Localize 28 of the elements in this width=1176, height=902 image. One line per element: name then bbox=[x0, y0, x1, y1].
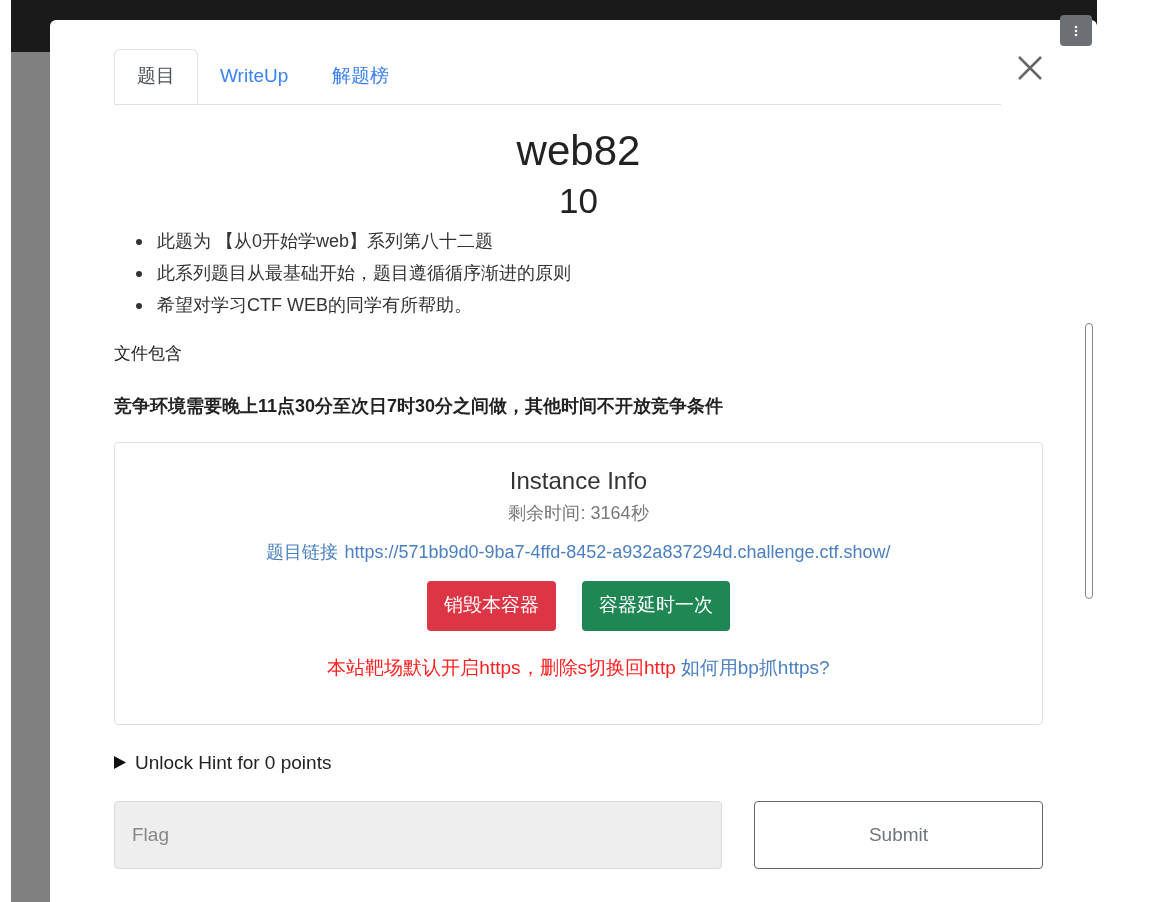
bullet-icon bbox=[136, 238, 142, 245]
tab[interactable]: WriteUp bbox=[198, 49, 311, 104]
bullet-icon bbox=[136, 302, 142, 309]
triangle-icon bbox=[114, 756, 126, 770]
description-item: 此系列题目从最基础开始，题目遵循循序渐进的原则 bbox=[157, 262, 571, 285]
warning-text: 本站靶场默认开启https，删除s切换回http bbox=[327, 655, 676, 680]
instance-title: Instance Info bbox=[509, 465, 648, 496]
remaining-time: 剩余时间: 3164秒 bbox=[508, 501, 649, 525]
category-text: 文件包含 bbox=[114, 343, 183, 365]
hint-toggle[interactable]: Unlock Hint for 0 points bbox=[114, 748, 332, 777]
description-item: 希望对学习CTF WEB的同学有所帮助。 bbox=[157, 294, 472, 317]
description-item: 此题为 【从0开始学web】系列第八十二题 bbox=[157, 230, 494, 253]
help-link[interactable]: 如何用bp抓https? bbox=[680, 653, 830, 682]
tab[interactable]: 题目 bbox=[114, 49, 198, 104]
submit-button[interactable]: Submit bbox=[754, 801, 1043, 869]
more-icon bbox=[1074, 24, 1078, 37]
extend-button[interactable]: 容器延时一次 bbox=[582, 580, 730, 631]
challenge-points: 10 bbox=[558, 180, 599, 222]
destroy-button[interactable]: 销毁本容器 bbox=[427, 580, 556, 631]
close-icon bbox=[1017, 55, 1043, 81]
challenge-link[interactable]: https://571bb9d0-9ba7-4ffd-8452-a932a837294d.challenge.ctf.show/ bbox=[344, 538, 891, 566]
bullet-icon bbox=[136, 270, 142, 277]
link-label: 题目链接 bbox=[266, 540, 339, 564]
flag-input[interactable]: Flag bbox=[114, 801, 722, 869]
tab[interactable]: 解题榜 bbox=[310, 49, 412, 104]
close-button[interactable] bbox=[1017, 55, 1043, 81]
challenge-title: web82 bbox=[515, 126, 642, 176]
notice-text: 竞争环境需要晚上11点30分至次日7时30分之间做，其他时间不开放竞争条件 bbox=[114, 394, 725, 418]
